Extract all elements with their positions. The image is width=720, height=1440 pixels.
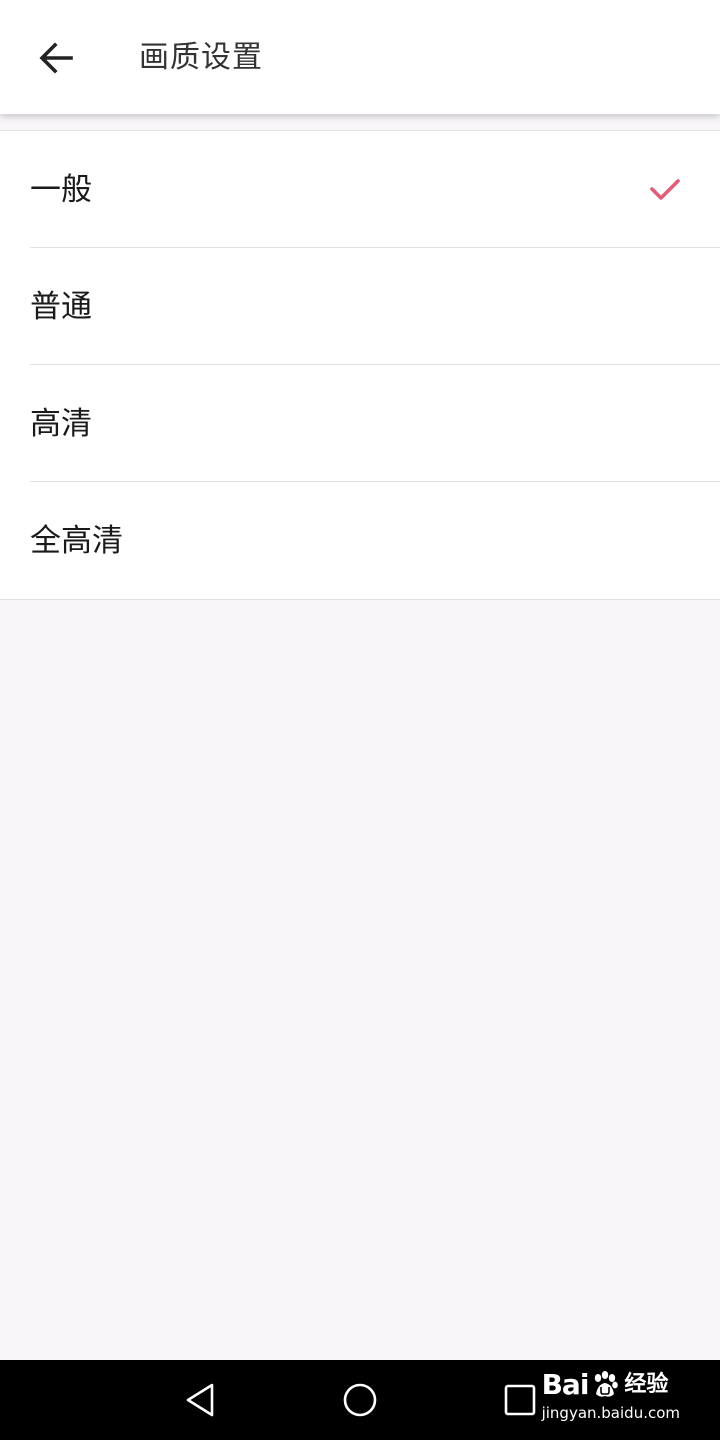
home-circle-icon [343,1383,377,1417]
watermark-brand: Bai 经验 [542,1368,680,1402]
option-row-normal[interactable]: 普通 [0,248,720,365]
option-row-general[interactable]: 一般 [0,131,720,248]
nav-home-button[interactable] [338,1378,382,1422]
arrow-left-icon [39,42,73,74]
screen: 画质设置 一般 普通 高清 全高清 Bai 经验 jingyan.baidu.c… [0,0,720,1440]
watermark-brand-prefix: Bai [541,1368,590,1401]
nav-back-button[interactable] [178,1378,222,1422]
option-label: 高清 [30,406,92,442]
app-bar: 画质设置 [0,0,720,114]
quality-options-list: 一般 普通 高清 全高清 [0,130,720,600]
option-row-hd[interactable]: 高清 [0,365,720,482]
page-title: 画质设置 [139,40,263,75]
option-row-full-hd[interactable]: 全高清 [0,482,720,599]
option-label: 一般 [30,172,92,208]
system-nav-bar: Bai 经验 jingyan.baidu.com [0,1360,720,1440]
check-icon [650,179,680,200]
back-button[interactable] [26,28,86,88]
recents-square-icon [504,1384,536,1416]
paw-icon [595,1371,619,1397]
nav-recents-button[interactable] [498,1378,542,1422]
option-label: 全高清 [30,523,123,559]
watermark-brand-suffix: 经验 [624,1372,669,1397]
back-triangle-icon [186,1383,214,1417]
baidu-jingyan-watermark: Bai 经验 jingyan.baidu.com [542,1368,680,1422]
option-label: 普通 [30,289,92,325]
watermark-url: jingyan.baidu.com [541,1404,680,1422]
